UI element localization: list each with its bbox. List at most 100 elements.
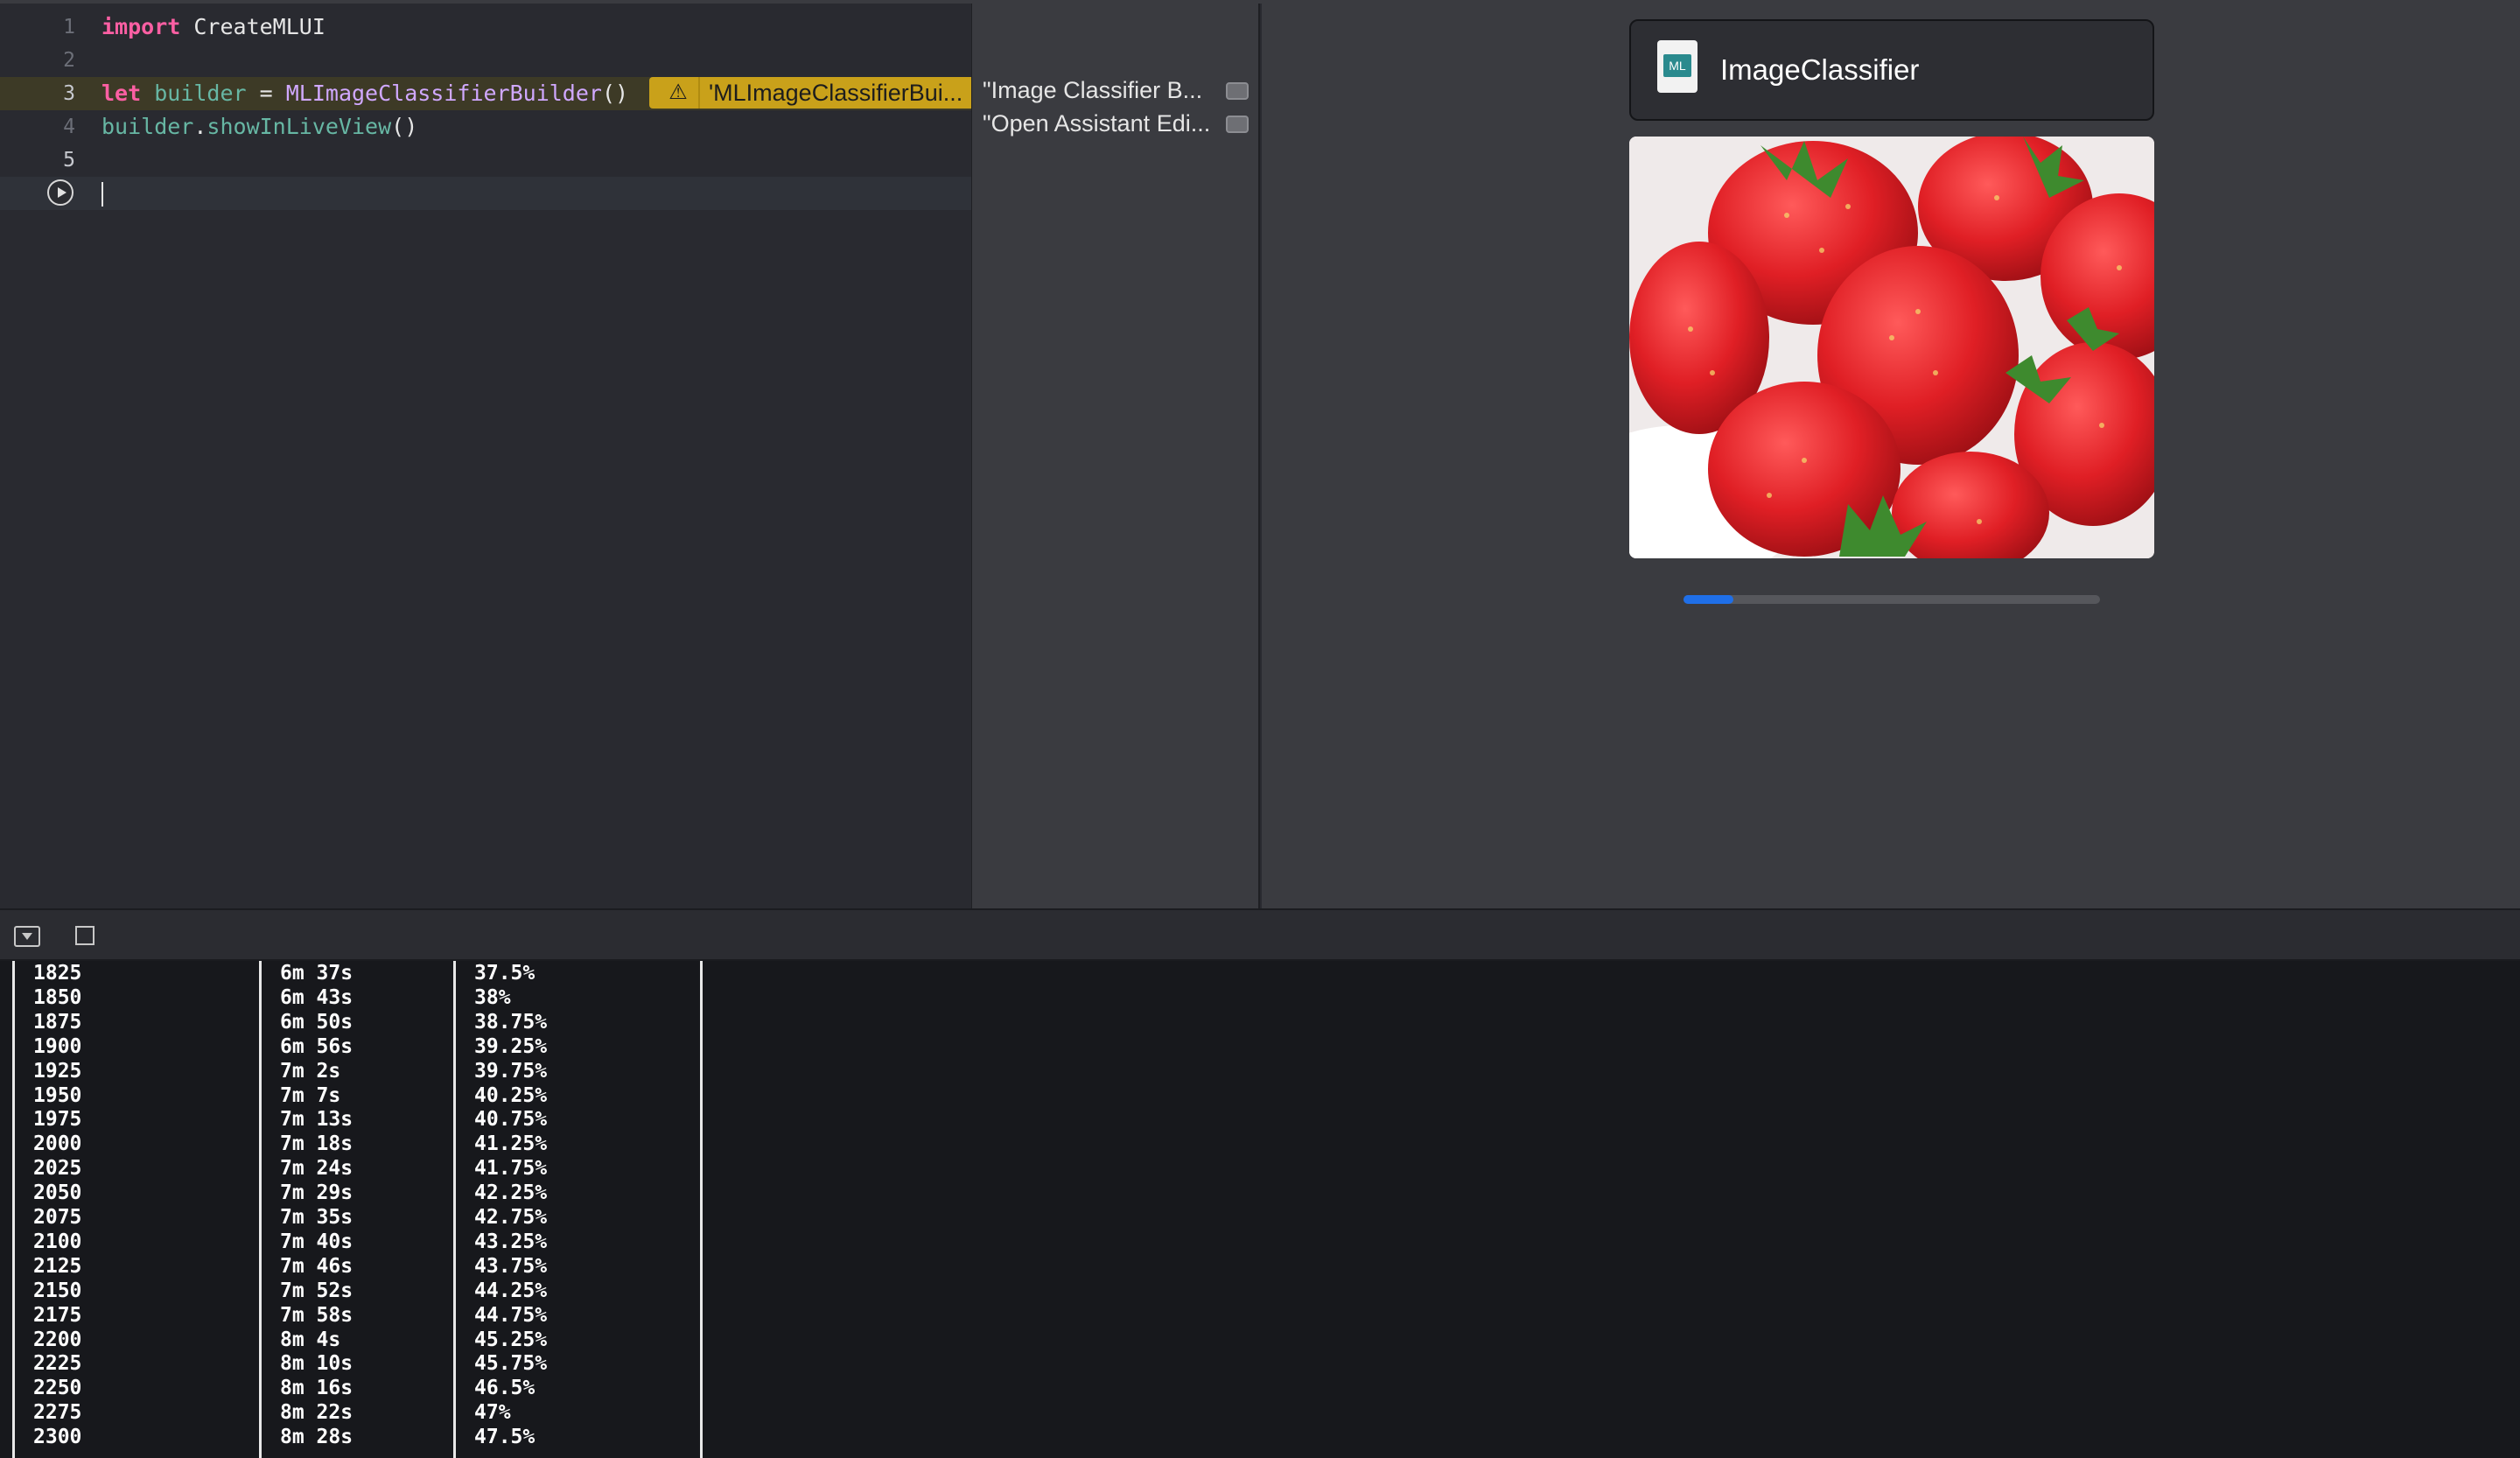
percent-cell: 47.5% <box>474 1426 536 1449</box>
code-line-current[interactable] <box>0 177 971 210</box>
quick-look-icon[interactable] <box>1226 82 1249 100</box>
table-border <box>700 1205 703 1230</box>
code-text[interactable]: let builder = MLImageClassifierBuilder() <box>102 77 628 110</box>
table-border <box>259 1253 262 1279</box>
elapsed-time-cell: 7m 13s <box>280 1108 354 1132</box>
iteration-cell: 2175 <box>33 1303 82 1327</box>
table-border <box>12 1302 15 1328</box>
quick-look-icon[interactable] <box>1226 116 1249 133</box>
table-border <box>453 1449 456 1458</box>
console-row: 2000 7m 18s 41.25% <box>0 1132 788 1157</box>
run-playground-button[interactable] <box>47 179 74 206</box>
table-border <box>453 1253 456 1279</box>
console-row: 2150 7m 52s 44.25% <box>0 1278 788 1303</box>
console-row: 2225 8m 10s 45.75% <box>0 1351 788 1377</box>
console-output[interactable]: 1825 6m 37s 37.5% 1850 6m 43s 38% 1875 6m 50s 38… <box>0 961 2520 1458</box>
table-border <box>259 1083 262 1108</box>
console-square-icon[interactable] <box>75 926 94 945</box>
code-text[interactable]: import CreateMLUI <box>102 11 326 44</box>
code-line-4[interactable]: 4 builder.showInLiveView() <box>0 110 971 144</box>
table-border <box>259 985 262 1010</box>
table-border <box>259 1302 262 1328</box>
percent-cell: 39.75% <box>474 1059 548 1083</box>
table-border <box>12 1058 15 1083</box>
elapsed-time-cell: 7m 24s <box>280 1157 354 1181</box>
result-item[interactable]: "Image Classifier B... <box>983 74 1261 107</box>
elapsed-time-cell: 6m 56s <box>280 1034 354 1058</box>
table-border <box>700 1351 703 1377</box>
table-border <box>12 1009 15 1034</box>
table-border <box>700 985 703 1010</box>
table-border <box>12 1205 15 1230</box>
code-line-1[interactable]: 1 import CreateMLUI <box>0 11 971 44</box>
table-border <box>12 1253 15 1279</box>
table-border <box>259 1327 262 1352</box>
console-row <box>0 1449 788 1458</box>
table-border <box>12 1400 15 1426</box>
percent-cell: 44.25% <box>474 1279 548 1302</box>
console-row: 1975 7m 13s 40.75% <box>0 1107 788 1132</box>
table-border <box>12 1132 15 1157</box>
table-border <box>12 961 15 985</box>
table-border <box>12 1156 15 1181</box>
iteration-cell: 2300 <box>33 1426 82 1449</box>
hide-debug-area-icon[interactable] <box>14 926 40 947</box>
result-item[interactable]: "Open Assistant Edi... <box>983 107 1261 140</box>
table-border <box>453 1132 456 1157</box>
table-border <box>259 1351 262 1377</box>
table-border <box>259 1278 262 1303</box>
table-border <box>12 1425 15 1450</box>
iteration-cell: 2125 <box>33 1254 82 1278</box>
elapsed-time-cell: 6m 50s <box>280 1010 354 1034</box>
table-border <box>259 1449 262 1458</box>
table-border <box>12 1107 15 1132</box>
table-border <box>700 961 703 985</box>
code-text[interactable]: builder.showInLiveView() <box>102 110 417 144</box>
console-row: 1925 7m 2s 39.75% <box>0 1058 788 1083</box>
iteration-cell: 2000 <box>33 1132 82 1156</box>
warning-badge[interactable]: ⚠ 'MLImageClassifierBui... <box>649 77 971 109</box>
training-progress-bar <box>1684 595 2100 604</box>
table-border <box>259 1205 262 1230</box>
table-border <box>12 985 15 1010</box>
table-border <box>700 1278 703 1303</box>
console-row: 2300 8m 28s 47.5% <box>0 1425 788 1450</box>
elapsed-time-cell: 8m 16s <box>280 1377 354 1400</box>
code-line-5[interactable]: 5 <box>0 144 971 177</box>
table-border <box>259 1034 262 1059</box>
line-number: 1 <box>63 16 75 39</box>
table-border <box>700 1229 703 1254</box>
code-line-2[interactable]: 2 <box>0 44 971 77</box>
percent-cell: 38% <box>474 985 511 1009</box>
console-row: 2200 8m 4s 45.25% <box>0 1327 788 1352</box>
elapsed-time-cell: 7m 46s <box>280 1254 354 1278</box>
model-header-card[interactable]: ImageClassifier <box>1629 19 2154 121</box>
iteration-cell: 2200 <box>33 1328 82 1351</box>
strawberries-image <box>1629 137 2154 558</box>
elapsed-time-cell: 7m 40s <box>280 1230 354 1253</box>
console-row: 1850 6m 43s 38% <box>0 985 788 1010</box>
table-border <box>259 1181 262 1206</box>
percent-cell: 41.75% <box>474 1157 548 1181</box>
table-border <box>700 1107 703 1132</box>
badge-divider <box>698 77 700 109</box>
source-editor[interactable]: 1 import CreateMLUI 2 3 let builder = ML… <box>0 4 971 908</box>
table-border <box>453 1351 456 1377</box>
table-border <box>453 1327 456 1352</box>
console-row: 2075 7m 35s 42.75% <box>0 1205 788 1230</box>
warning-message: 'MLImageClassifierBui... <box>709 80 963 106</box>
table-border <box>453 1034 456 1059</box>
table-border <box>700 1009 703 1034</box>
table-border <box>453 1181 456 1206</box>
elapsed-time-cell: 7m 29s <box>280 1181 354 1205</box>
line-number: 4 <box>63 116 75 138</box>
console-row: 2025 7m 24s 41.75% <box>0 1156 788 1181</box>
table-border <box>259 1009 262 1034</box>
table-border <box>453 1009 456 1034</box>
table-border <box>259 1425 262 1450</box>
table-border <box>453 1425 456 1450</box>
percent-cell: 40.75% <box>474 1108 548 1132</box>
iteration-cell: 2150 <box>33 1279 82 1302</box>
mlmodel-document-icon <box>1657 40 1698 93</box>
console-row: 1900 6m 56s 39.25% <box>0 1034 788 1059</box>
